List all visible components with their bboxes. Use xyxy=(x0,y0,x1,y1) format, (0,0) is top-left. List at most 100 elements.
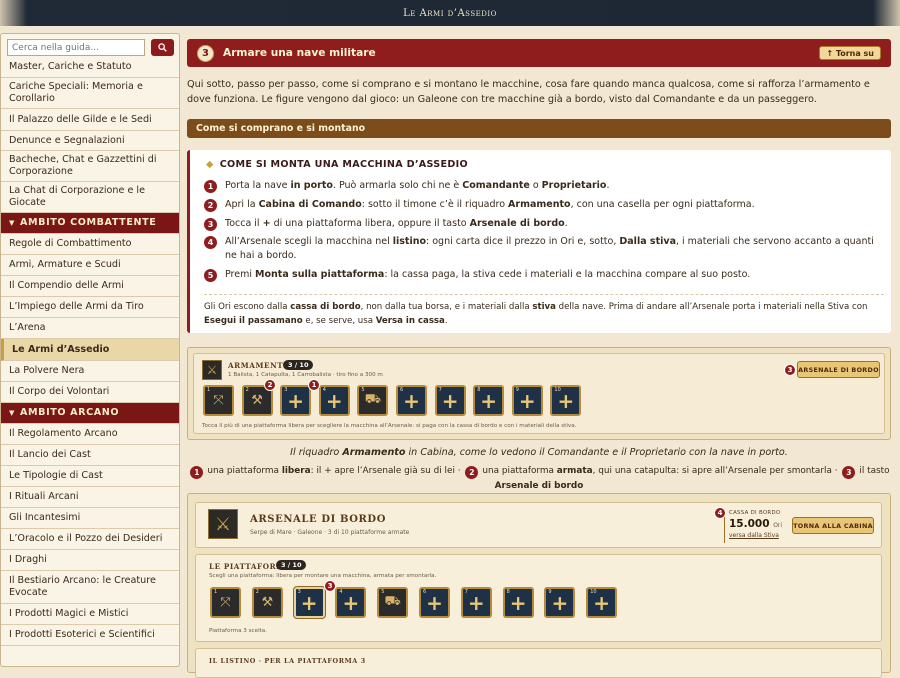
sidebar-item[interactable]: Armi, Armature e Scudi xyxy=(1,255,179,276)
sidebar-item-label: Il Regolamento Arcano xyxy=(9,428,118,439)
section-header: 3 Armare una nave militare ↑ Torna su xyxy=(187,39,891,67)
howto-step: 5 Premi Monta sulla piattaforma: la cassa… xyxy=(204,268,884,282)
sidebar-section[interactable]: ▼ AMBITO ARCANO xyxy=(1,403,179,424)
step-text: Apri la Cabina di Comando: sotto il timo… xyxy=(225,199,755,210)
window-title: Le Armi d’Assedio xyxy=(403,7,497,19)
marker-4: 4 xyxy=(714,507,726,519)
platform-index: 9 xyxy=(548,589,552,595)
sidebar-item[interactable]: Le Tipologie di Cast xyxy=(1,466,179,487)
platform-free[interactable]: 7 + xyxy=(460,587,492,618)
armamento-panel: ⚔ ARMAMENTO 3 / 10 1 Balista, 1 Catapult… xyxy=(193,353,885,434)
sidebar-item[interactable]: Il Corpo dei Volontari xyxy=(1,382,179,403)
sidebar-item[interactable]: Il Compendio delle Armi xyxy=(1,276,179,297)
catapult-icon: ⚒ xyxy=(261,595,274,610)
plus-icon: + xyxy=(467,590,485,615)
torna-cabina-button[interactable]: TORNA ALLA CABINA xyxy=(792,517,874,534)
sidebar-item[interactable]: La Chat di Corporazione e le Giocate xyxy=(1,182,179,213)
platform-index: 5 xyxy=(381,589,385,595)
platform-armed[interactable]: 1 ⤧ xyxy=(203,385,234,416)
platform-index: 7 xyxy=(438,387,442,393)
platform-free[interactable]: 10 + xyxy=(586,587,618,618)
sidebar-item-label: L’Oracolo e il Pozzo dei Desideri xyxy=(9,533,163,544)
plus-icon: + xyxy=(325,388,343,413)
ballista-icon: ⤧ xyxy=(220,595,231,610)
armamento-desc: 1 Balista, 1 Catapulta, 1 Carrobalista ·… xyxy=(228,372,383,378)
plus-icon: + xyxy=(593,590,611,615)
arsenale-button[interactable]: ARSENALE DI BORDO xyxy=(797,361,880,378)
marker-1: 1 xyxy=(308,379,320,391)
platform-free[interactable]: 9 + xyxy=(544,587,576,618)
selected-note: Piattaforma 3 scelta. xyxy=(209,628,268,634)
sidebar-item-label: Regole di Combattimento xyxy=(9,238,132,249)
legend-text: una piattaforma libera: il + apre l’Arse… xyxy=(207,466,464,476)
search-button[interactable] xyxy=(151,39,174,56)
platform-free[interactable]: 8 + xyxy=(473,385,505,416)
platform-index: 10 xyxy=(590,589,597,595)
platform-free[interactable]: 9 + xyxy=(511,385,543,416)
sidebar-item[interactable]: Bacheche, Chat e Gazzettini di Corporazi… xyxy=(1,151,179,182)
sidebar-item[interactable]: L’Impiego delle Armi da Tiro xyxy=(1,297,179,318)
crossed-swords-icon: ⚔ xyxy=(202,360,222,380)
platform-free[interactable]: 10 + xyxy=(550,385,582,416)
plus-icon: + xyxy=(557,388,575,413)
platform-free[interactable]: 4 + xyxy=(318,385,350,416)
sidebar-item[interactable]: I Prodotti Magici e Mistici xyxy=(1,604,179,625)
versa-link[interactable]: versa dalla Stiva xyxy=(729,532,779,539)
platform-index: 10 xyxy=(554,387,561,393)
sidebar-item[interactable]: La Polvere Nera xyxy=(1,361,179,382)
platforms-desc: Scegli una piattaforma: libera per monta… xyxy=(209,573,437,579)
intro-paragraph: Qui sotto, passo per passo, come si comp… xyxy=(187,79,870,105)
listino-title: IL LISTINO · PER LA PIATTAFORMA 3 xyxy=(209,657,366,665)
platform-free[interactable]: 3 + xyxy=(280,385,312,416)
back-to-top-button[interactable]: ↑ Torna su xyxy=(819,46,881,60)
sidebar-section[interactable]: ▼ AMBITO COMBATTENTE xyxy=(1,213,179,234)
sidebar-item-label: AMBITO ARCANO xyxy=(19,407,120,418)
armamento-title: ARMAMENTO xyxy=(228,361,291,370)
plus-icon: + xyxy=(287,388,305,413)
figure-legend: 1 una piattaforma libera: il + apre l’Ars… xyxy=(187,464,891,494)
ballista-icon: ⤧ xyxy=(213,393,224,408)
sidebar-item[interactable]: Le Armi d’Assedio xyxy=(1,339,179,361)
platform-index: 6 xyxy=(400,387,404,393)
catapult-icon: ⚒ xyxy=(251,393,263,408)
sidebar-item[interactable]: I Prodotti Esoterici e Scientifici xyxy=(1,625,179,646)
sidebar-item[interactable]: Il Lancio dei Cast xyxy=(1,445,179,466)
platform-free[interactable]: 6 + xyxy=(419,587,450,618)
platform-free[interactable]: 3 + xyxy=(293,587,325,618)
sidebar-item[interactable]: Il Palazzo delle Gilde e le Sedi xyxy=(1,109,179,131)
plus-icon: + xyxy=(551,590,569,615)
sidebar-item-label: Le Tipologie di Cast xyxy=(9,470,103,481)
platform-armed[interactable]: 1 ⤧ xyxy=(210,587,241,618)
platform-armed[interactable]: 2 ⚒ xyxy=(251,587,283,618)
caret-down-icon: ▼ xyxy=(9,219,15,227)
search-input[interactable] xyxy=(7,39,145,56)
sidebar-item-label: Cariche Speciali: Memoria e Corollario xyxy=(9,81,143,104)
platform-free[interactable]: 8 + xyxy=(502,587,534,618)
platform-free[interactable]: 6 + xyxy=(396,385,427,416)
platform-index: 5 xyxy=(361,387,365,393)
platform-armed[interactable]: 5 ⛟ xyxy=(357,385,389,416)
platform-free[interactable]: 4 + xyxy=(335,587,367,618)
sidebar-item[interactable]: Il Regolamento Arcano xyxy=(1,424,179,445)
caret-down-icon: ▼ xyxy=(9,409,15,417)
sidebar-item[interactable]: I Rituali Arcani xyxy=(1,487,179,508)
section-number: 3 xyxy=(197,44,214,62)
sidebar-item[interactable]: Denunce e Segnalazioni xyxy=(1,131,179,151)
step-text: Porta la nave in porto. Può armarla solo… xyxy=(225,180,610,191)
sidebar-item[interactable]: Gli Incantesimi xyxy=(1,508,179,529)
sidebar-item[interactable]: L’Oracolo e il Pozzo dei Desideri xyxy=(1,529,179,550)
sidebar-item[interactable]: Master, Cariche e Statuto xyxy=(1,60,179,78)
platform-free[interactable]: 7 + xyxy=(434,385,466,416)
sidebar-item[interactable]: Cariche Speciali: Memoria e Corollario xyxy=(1,78,179,109)
sidebar-item[interactable]: Il Bestiario Arcano: le Creature Evocate xyxy=(1,571,179,604)
sidebar-item-label: Il Lancio dei Cast xyxy=(9,449,91,460)
sidebar-item[interactable]: I Draghi xyxy=(1,550,179,571)
plus-icon: + xyxy=(518,388,536,413)
sidebar-item[interactable]: Regole di Combattimento xyxy=(1,234,179,255)
platform-armed[interactable]: 5 ⛟ xyxy=(377,587,409,618)
platform-index: 4 xyxy=(339,589,343,595)
arsenale-subtitle: Serpe di Mare · Galeone · 3 di 10 piatta… xyxy=(250,529,410,536)
platform-index: 1 xyxy=(214,589,218,595)
sidebar-item[interactable]: L’Arena xyxy=(1,318,179,339)
platform-index: 1 xyxy=(207,387,211,393)
